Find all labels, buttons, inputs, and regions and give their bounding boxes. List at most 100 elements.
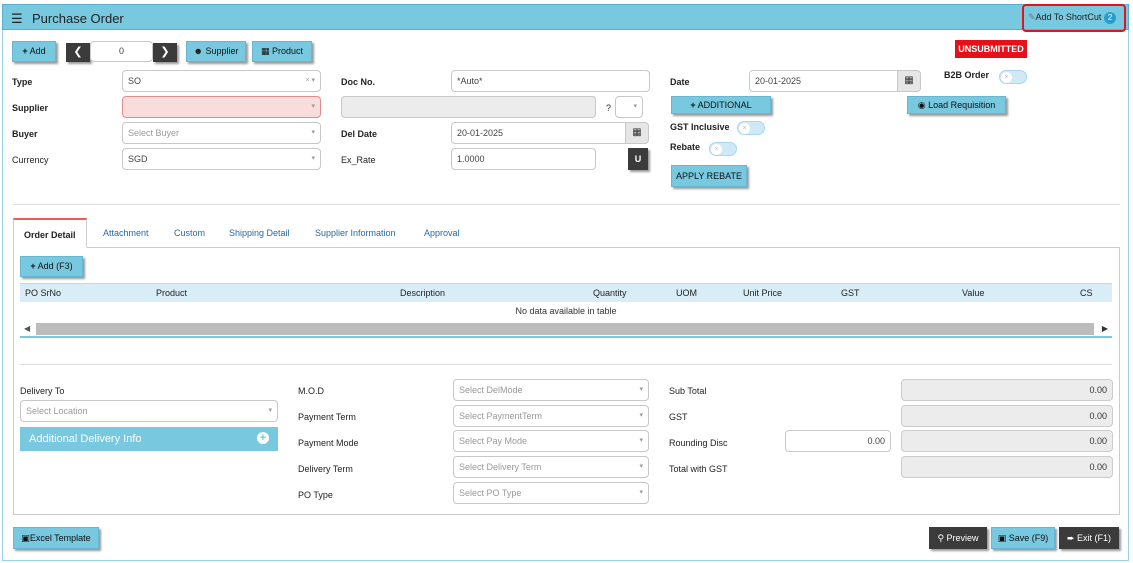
delivery-term-select[interactable]: Select Delivery Term ▾ bbox=[453, 456, 649, 478]
section-divider bbox=[13, 204, 1120, 205]
buyer-select[interactable]: Select Buyer ▾ bbox=[122, 122, 321, 144]
scroll-right-icon[interactable]: ▶ bbox=[1102, 324, 1108, 333]
tab-supplier-information[interactable]: Supplier Information bbox=[315, 218, 396, 248]
type-select[interactable]: SO × ▾ bbox=[122, 70, 321, 92]
po-type-label: PO Type bbox=[298, 490, 333, 500]
save-label: Save (F9) bbox=[1008, 533, 1049, 543]
add-to-shortcut-button[interactable]: ✎Add To ShortCut 2 bbox=[1022, 4, 1126, 32]
chevron-down-icon: ▾ bbox=[268, 407, 272, 414]
tab-order-detail[interactable]: Order Detail bbox=[13, 218, 87, 248]
gst-inclusive-toggle[interactable]: × bbox=[737, 121, 765, 135]
load-requisition-button[interactable]: ◉ Load Requisition bbox=[907, 96, 1006, 114]
payment-mode-placeholder: Select Pay Mode bbox=[459, 436, 528, 446]
rebate-label: Rebate bbox=[670, 142, 701, 152]
shortcut-count-badge: 2 bbox=[1104, 12, 1116, 24]
additional-button[interactable]: + ADDITIONAL bbox=[671, 96, 771, 114]
po-type-placeholder: Select PO Type bbox=[459, 488, 522, 498]
shortcut-label: ✎Add To ShortCut bbox=[1028, 12, 1101, 23]
col-quantity[interactable]: Quantity bbox=[593, 288, 627, 298]
section-divider bbox=[20, 364, 1112, 365]
mod-select[interactable]: Select DelMode ▾ bbox=[453, 379, 649, 401]
mod-placeholder: Select DelMode bbox=[459, 385, 523, 395]
previous-record-button[interactable]: ❮ bbox=[66, 43, 90, 62]
supplier-extra-select[interactable]: ▾ bbox=[615, 96, 643, 118]
save-button[interactable]: ▣ Save (F9) bbox=[991, 527, 1055, 549]
exrate-input[interactable]: 1.0000 bbox=[451, 148, 596, 170]
calendar-icon[interactable]: ▦ bbox=[897, 70, 921, 92]
rounding-disc-label: Rounding Disc bbox=[669, 438, 728, 448]
additional-delivery-info-panel[interactable]: Additional Delivery Info + bbox=[20, 427, 278, 451]
po-type-select[interactable]: Select PO Type ▾ bbox=[453, 482, 649, 504]
plus-circle-icon[interactable]: + bbox=[257, 432, 269, 444]
rebate-toggle[interactable]: × bbox=[709, 142, 737, 156]
horizontal-scrollbar[interactable]: ◀ ▶ bbox=[20, 321, 1112, 338]
col-gst[interactable]: GST bbox=[841, 288, 860, 298]
col-description[interactable]: Description bbox=[400, 288, 445, 298]
type-label: Type bbox=[12, 77, 33, 87]
col-unit-price[interactable]: Unit Price bbox=[743, 288, 782, 298]
currency-value: SGD bbox=[128, 154, 148, 164]
next-record-button[interactable]: ❯ bbox=[153, 43, 177, 62]
b2b-order-toggle[interactable]: × bbox=[999, 70, 1027, 84]
tab-approval[interactable]: Approval bbox=[424, 218, 460, 248]
col-cs[interactable]: CS bbox=[1080, 288, 1093, 298]
exit-label: Exit (F1) bbox=[1077, 533, 1112, 543]
delivery-to-label: Delivery To bbox=[20, 386, 65, 396]
hamburger-menu-icon[interactable]: ☰ bbox=[11, 11, 23, 27]
exrate-label: Ex_Rate bbox=[341, 155, 376, 165]
exit-button[interactable]: ➨ Exit (F1) bbox=[1059, 527, 1119, 549]
date-input[interactable]: 20-01-2025 bbox=[749, 70, 898, 92]
add-button[interactable]: + Add bbox=[12, 41, 56, 62]
docno-input[interactable]: *Auto* bbox=[451, 70, 650, 92]
location-select[interactable]: Select Location ▾ bbox=[20, 400, 278, 422]
add-label: Add bbox=[29, 46, 46, 56]
update-rate-button[interactable]: U bbox=[628, 148, 648, 170]
page-title: Purchase Order bbox=[32, 11, 124, 26]
grid-icon: ▦ bbox=[260, 46, 270, 56]
empty-table-message: No data available in table bbox=[515, 306, 617, 316]
scroll-thumb[interactable] bbox=[36, 323, 1094, 335]
chevron-down-icon: ▾ bbox=[633, 103, 637, 110]
deldate-input[interactable]: 20-01-2025 bbox=[451, 122, 626, 144]
payment-term-select[interactable]: Select PaymentTerm ▾ bbox=[453, 405, 649, 427]
col-uom[interactable]: UOM bbox=[676, 288, 697, 298]
chevron-down-icon: ▾ bbox=[639, 437, 643, 444]
subtotal-value: 0.00 bbox=[901, 379, 1113, 401]
product-button-label: Product bbox=[272, 46, 304, 56]
product-button[interactable]: ▦ Product bbox=[252, 41, 312, 62]
additional-delivery-info-label: Additional Delivery Info bbox=[29, 433, 142, 445]
supplier-select[interactable]: ▾ bbox=[122, 96, 321, 118]
chevron-right-icon: ❯ bbox=[160, 46, 170, 58]
supplier-button[interactable]: ☻ Supplier bbox=[186, 41, 246, 62]
plus-icon: + bbox=[22, 46, 28, 56]
apply-rebate-button[interactable]: APPLY REBATE bbox=[671, 165, 747, 187]
type-value: SO bbox=[128, 76, 142, 86]
file-icon: ▣ bbox=[21, 533, 30, 543]
col-product[interactable]: Product bbox=[156, 288, 187, 298]
tab-attachment[interactable]: Attachment bbox=[103, 218, 149, 248]
tab-shipping-detail[interactable]: Shipping Detail bbox=[229, 218, 290, 248]
preview-button[interactable]: ⚲ Preview bbox=[929, 527, 987, 549]
help-icon[interactable]: ? bbox=[606, 103, 611, 113]
col-value[interactable]: Value bbox=[962, 288, 984, 298]
payment-mode-select[interactable]: Select Pay Mode ▾ bbox=[453, 430, 649, 452]
rounding-disc-input[interactable]: 0.00 bbox=[785, 430, 891, 452]
currency-select[interactable]: SGD ▾ bbox=[122, 148, 321, 170]
load-requisition-label: Load Requisition bbox=[928, 100, 996, 110]
play-circle-icon: ◉ bbox=[917, 100, 926, 110]
order-table-header: PO SrNo Product Description Quantity UOM… bbox=[20, 283, 1112, 302]
gst-total-value: 0.00 bbox=[901, 405, 1113, 427]
preview-label: Preview bbox=[946, 533, 979, 543]
chevron-down-icon: ▾ bbox=[311, 129, 315, 136]
excel-template-button[interactable]: ▣Excel Template bbox=[13, 527, 99, 549]
col-po-srno[interactable]: PO SrNo bbox=[25, 288, 61, 298]
calendar-icon[interactable]: ▦ bbox=[625, 122, 649, 144]
record-number-input[interactable]: 0 bbox=[90, 41, 153, 62]
tab-custom[interactable]: Custom bbox=[174, 218, 205, 248]
scroll-left-icon[interactable]: ◀ bbox=[24, 324, 30, 333]
add-line-button[interactable]: + Add (F3) bbox=[20, 256, 83, 277]
gst-total-label: GST bbox=[669, 412, 688, 422]
chevron-down-icon: ▾ bbox=[639, 463, 643, 470]
status-badge: UNSUBMITTED bbox=[955, 40, 1027, 58]
buyer-placeholder: Select Buyer bbox=[128, 128, 180, 138]
